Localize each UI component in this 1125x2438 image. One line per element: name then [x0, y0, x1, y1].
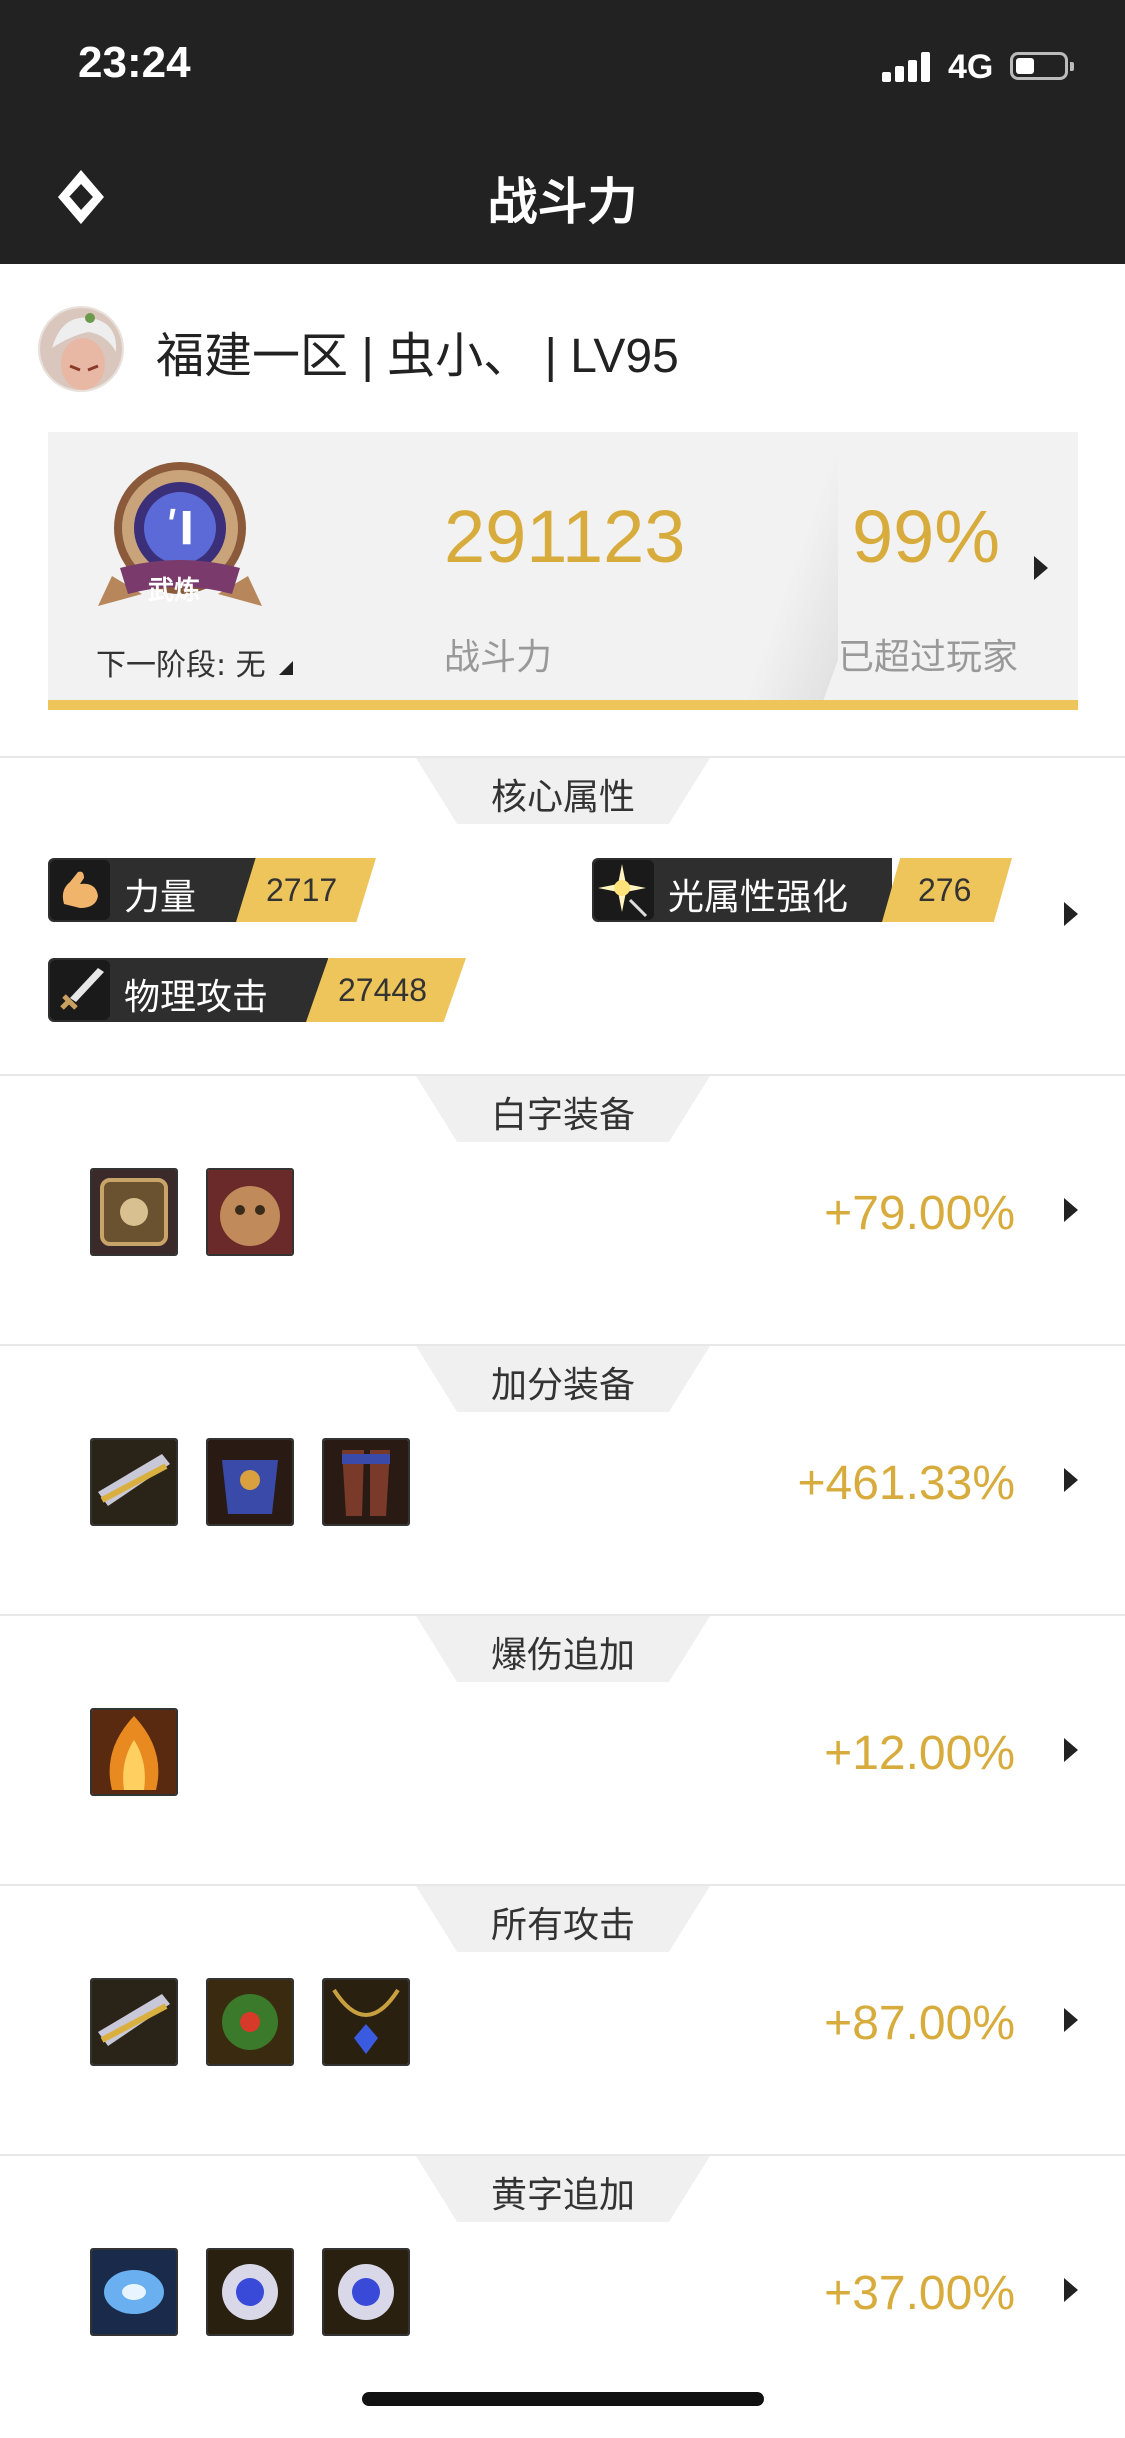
eye-ring-icon[interactable]	[322, 2248, 410, 2336]
chevron-right-icon[interactable]	[1064, 2278, 1078, 2302]
chevron-right-icon[interactable]	[1034, 556, 1048, 580]
battery-icon	[1010, 52, 1074, 80]
armor-leg-icon[interactable]	[322, 1438, 410, 1526]
next-stage-label[interactable]: 下一阶段: 无	[96, 640, 294, 684]
section-tab: 爆伤追加	[416, 1616, 710, 1682]
nav-bar: 战斗力	[0, 130, 1125, 264]
badge-label: 武炼	[148, 576, 201, 606]
chevron-right-icon[interactable]	[1064, 1198, 1078, 1222]
status-bar: 23:24 4G	[0, 0, 1125, 130]
percentile-label: 已超过玩家	[838, 637, 1019, 678]
chevron-right-icon[interactable]	[1064, 1468, 1078, 1492]
green-gem-icon[interactable]	[206, 1978, 294, 2066]
strength-arm-icon	[50, 860, 110, 920]
section-tab: 核心属性	[416, 758, 710, 824]
chevron-right-icon[interactable]	[1064, 1738, 1078, 1762]
power-value: 291123	[444, 495, 686, 578]
blue-crystal-icon[interactable]	[90, 2248, 178, 2336]
section-title: 白字装备	[490, 1095, 635, 1136]
power-label: 战斗力	[444, 637, 553, 678]
gold-underline	[48, 700, 1078, 710]
dropdown-corner-icon	[279, 661, 294, 675]
signal-icon	[882, 52, 938, 82]
core-attributes-section[interactable]: 核心属性 力量 2717 光属性强化 276 物理攻击 27448	[0, 756, 1125, 1076]
crit-damage-section[interactable]: 爆伤追加 +12.00%	[0, 1614, 1125, 1886]
armor-chest-icon[interactable]	[206, 1438, 294, 1526]
section-title: 所有攻击	[490, 1905, 635, 1946]
beast-helmet-icon[interactable]	[206, 1168, 294, 1256]
light-sparkle-icon	[594, 860, 654, 920]
white-equipment-section[interactable]: 白字装备 +79.00%	[0, 1074, 1125, 1346]
attribute-strength: 力量 2717	[48, 858, 376, 922]
section-title: 核心属性	[490, 777, 635, 818]
section-value: +79.00%	[824, 1187, 1015, 1240]
section-title: 爆伤追加	[490, 1635, 635, 1676]
page-title: 战斗力	[487, 173, 638, 231]
svg-text:ʹl: ʹl	[166, 504, 194, 555]
eye-ring-icon[interactable]	[206, 2248, 294, 2336]
profile-row: 福建一区 | 虫小、 | LV95	[0, 264, 1125, 424]
blue-necklace-icon[interactable]	[322, 1978, 410, 2066]
percentile-value: 99%	[852, 495, 1001, 578]
section-tab: 加分装备	[416, 1346, 710, 1412]
section-value: +37.00%	[824, 2267, 1015, 2320]
gun-blade-icon[interactable]	[90, 1978, 178, 2066]
bonus-equipment-section[interactable]: 加分装备 +461.33%	[0, 1344, 1125, 1616]
section-tab: 所有攻击	[416, 1886, 710, 1952]
home-indicator[interactable]	[362, 2392, 764, 2406]
power-card[interactable]: ʹl 武炼 下一阶段: 无 291123 战斗力 99% 已超过玩家	[48, 432, 1078, 710]
section-value: +87.00%	[824, 1997, 1015, 2050]
section-tab: 黄字追加	[416, 2156, 710, 2222]
all-attack-section[interactable]: 所有攻击 +87.00%	[0, 1884, 1125, 2156]
chevron-right-icon[interactable]	[1064, 2008, 1078, 2032]
attribute-physical-attack: 物理攻击 27448	[48, 958, 466, 1022]
network-type: 4G	[948, 48, 994, 86]
chevron-right-icon[interactable]	[1064, 902, 1078, 926]
section-title: 加分装备	[490, 1365, 635, 1406]
section-value: +12.00%	[824, 1727, 1015, 1780]
avatar[interactable]	[38, 306, 124, 392]
section-value: +461.33%	[797, 1457, 1015, 1510]
fire-cape-icon[interactable]	[90, 1708, 178, 1796]
section-tab: 白字装备	[416, 1076, 710, 1142]
gun-blade-icon[interactable]	[90, 1438, 178, 1526]
sword-icon	[50, 960, 110, 1020]
status-time: 23:24	[78, 38, 191, 87]
profile-info: 福建一区 | 虫小、 | LV95	[156, 330, 679, 383]
emblem-icon[interactable]	[90, 1168, 178, 1256]
attribute-light-enhance: 光属性强化 276	[592, 858, 1012, 922]
section-title: 黄字追加	[490, 2175, 635, 2216]
